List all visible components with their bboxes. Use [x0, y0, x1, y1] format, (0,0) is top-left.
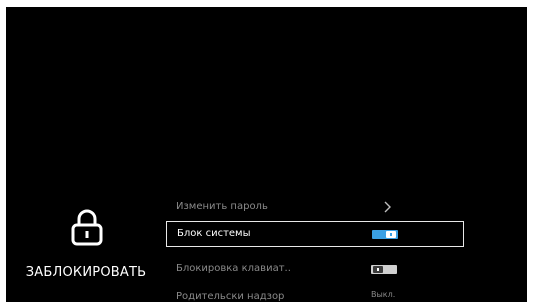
- keyboard-lock-toggle[interactable]: [371, 265, 397, 274]
- lock-label: ЗАБЛОКИРОВАТЬ: [25, 265, 147, 280]
- toggle-knob: [373, 266, 383, 273]
- parental-control-value: Выкл.: [371, 290, 396, 299]
- chevron-right-icon: [384, 201, 391, 213]
- menu-item-change-password[interactable]: Изменить пароль: [166, 195, 464, 221]
- menu-item-label: Родительски надзор: [176, 291, 285, 302]
- menu-item-parental-control[interactable]: Родительски надзор Выкл.: [166, 285, 464, 302]
- toggle-knob: [386, 231, 396, 238]
- menu-item-keyboard-lock[interactable]: Блокировка клавиат..: [166, 257, 464, 283]
- lock-panel[interactable]: ЗАБЛОКИРОВАТЬ: [6, 207, 166, 297]
- lock-icon: [71, 209, 103, 246]
- menu-item-system-lock[interactable]: Блок системы: [166, 221, 464, 247]
- tv-screen: ЗАБЛОКИРОВАТЬ Изменить пароль Блок систе…: [6, 7, 527, 302]
- system-lock-toggle[interactable]: [372, 230, 398, 239]
- menu-item-label: Изменить пароль: [176, 201, 268, 212]
- menu-item-label: Блок системы: [177, 228, 251, 239]
- menu-item-label: Блокировка клавиат..: [176, 263, 291, 274]
